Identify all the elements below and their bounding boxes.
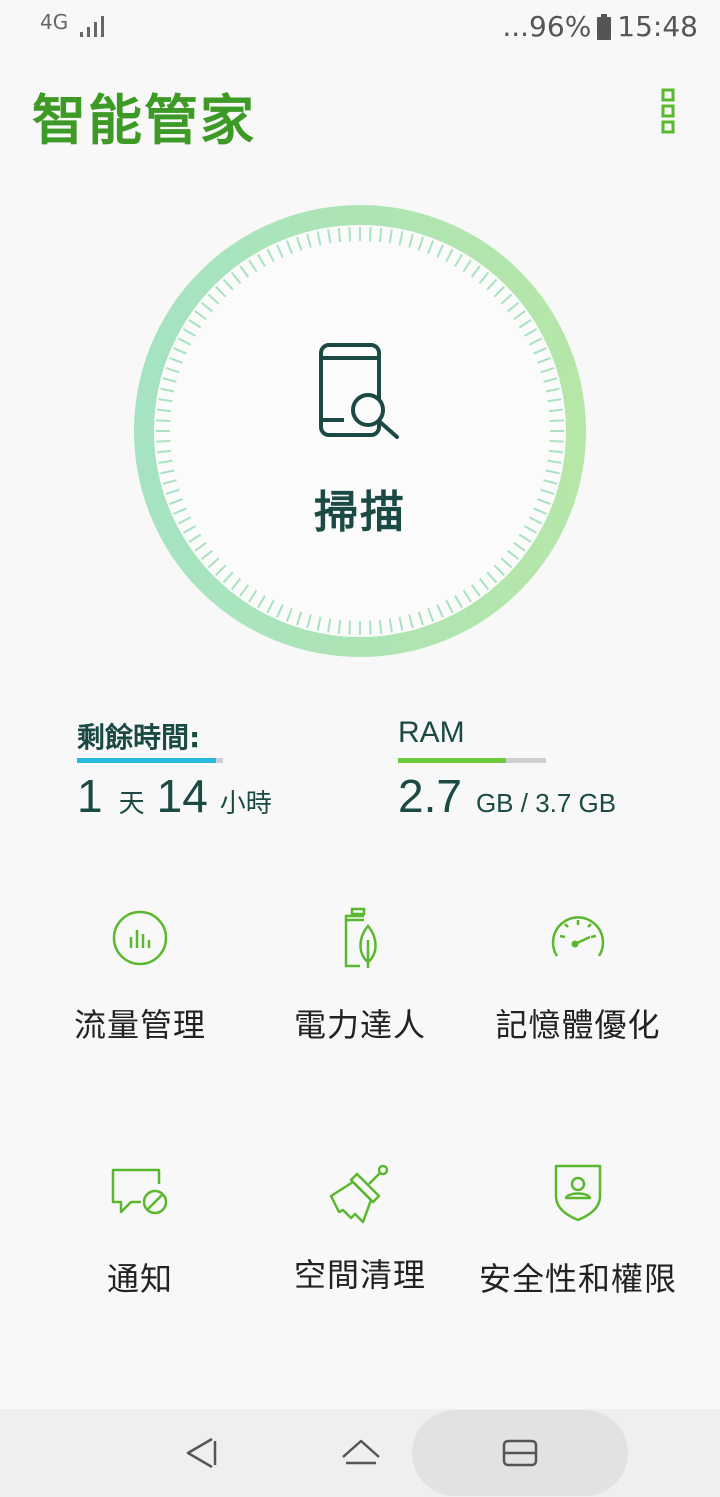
ram-stat[interactable]: RAM 2.7 GB / 3.7 GB: [398, 716, 616, 823]
tile-storage-cleanup[interactable]: 空間清理: [240, 1160, 480, 1296]
ring-tick: [549, 419, 564, 423]
battery-bar-fill: [77, 758, 216, 763]
ring-tick: [368, 227, 372, 242]
ram-bar: [398, 758, 546, 763]
ring-tick: [156, 439, 171, 443]
data-usage-icon: [112, 910, 168, 966]
ram-label: RAM: [398, 716, 465, 749]
clock: 15:48: [617, 10, 698, 43]
tile-notifications[interactable]: 通知: [20, 1160, 260, 1300]
scan-button[interactable]: 掃描: [133, 204, 587, 658]
ring-tick: [156, 419, 171, 423]
battery-days-unit: 天: [118, 789, 145, 819]
more-vert-icon[interactable]: [660, 88, 676, 134]
ram-bar-fill: [398, 758, 507, 763]
battery-bar: [77, 758, 223, 763]
status-bar: 4G ...96% 15:48: [0, 0, 720, 56]
ring-tick: [549, 439, 564, 443]
ring-tick: [348, 227, 352, 242]
battery-remaining-stat[interactable]: 剩餘時間: 1 天 14 小時: [77, 716, 272, 823]
speedometer-icon: [551, 916, 605, 957]
battery-leaf-icon: [344, 907, 377, 968]
ring-tick: [348, 620, 352, 635]
ram-total: GB / 3.7 GB: [475, 788, 617, 818]
tile-label: 記憶體優化: [495, 1006, 661, 1044]
tile-label: 通知: [106, 1260, 173, 1298]
phone-search-icon: [319, 343, 399, 439]
recents-icon[interactable]: [501, 1433, 539, 1473]
battery-hours-unit: 小時: [219, 789, 272, 819]
battery-days: 1: [77, 770, 103, 822]
tile-label: 空間清理: [293, 1256, 426, 1294]
network-type: 4G: [40, 10, 69, 34]
scan-label: 掃描: [314, 487, 406, 538]
battery-percent: ...96%: [502, 10, 592, 43]
back-icon[interactable]: [182, 1433, 222, 1473]
ring-tick: [368, 620, 372, 635]
shield-user-icon: [554, 1164, 602, 1222]
tile-label: 流量管理: [73, 1006, 206, 1044]
page-title: 智能管家: [32, 89, 256, 152]
tile-memory-optimize[interactable]: 記憶體優化: [458, 906, 698, 1046]
tile-data-usage[interactable]: 流量管理: [20, 906, 260, 1046]
tile-power-master[interactable]: 電力達人: [240, 906, 480, 1046]
battery-hours: 14: [156, 770, 208, 822]
signal-icon: [80, 16, 105, 37]
battery-remaining-label: 剩餘時間:: [77, 721, 201, 754]
ram-used: 2.7: [398, 770, 462, 822]
home-icon[interactable]: [340, 1433, 382, 1473]
notification-block-icon: [111, 1168, 168, 1215]
broom-icon: [329, 1164, 389, 1224]
tile-label: 安全性和權限: [478, 1260, 677, 1298]
tile-security-permissions[interactable]: 安全性和權限: [458, 1160, 698, 1300]
navigation-bar: [0, 1409, 720, 1497]
battery-icon: [597, 13, 612, 40]
tile-label: 電力達人: [293, 1006, 426, 1044]
